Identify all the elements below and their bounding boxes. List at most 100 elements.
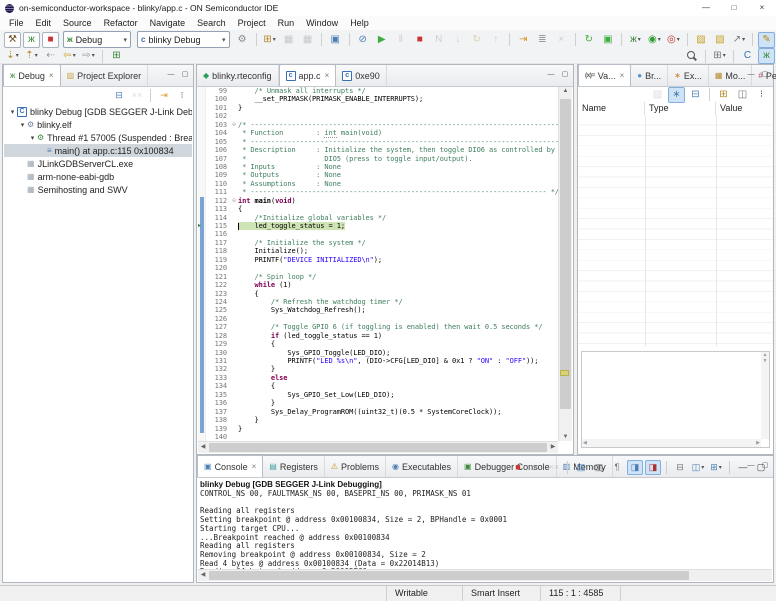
menu-search[interactable]: Search <box>191 18 232 28</box>
code-line[interactable]: 117 /* Initialize the system */ <box>206 239 558 247</box>
previous-annotation-icon[interactable]: ⇡▾ <box>23 48 40 64</box>
code-line[interactable]: 134 { <box>206 382 558 390</box>
forward-history-icon[interactable]: ⇨▾ <box>80 48 97 64</box>
code-line[interactable]: 119 PRINTF("DEVICE INITIALIZED\n"); <box>206 256 558 264</box>
code-line[interactable]: 122 while (1) <box>206 281 558 289</box>
instruction-stepping-icon[interactable]: ≣ <box>534 32 551 48</box>
tab-app-c[interactable]: capp.c× <box>279 64 337 86</box>
menu-run[interactable]: Run <box>272 18 301 28</box>
tab-project-explorer[interactable]: ▨Project Explorer <box>61 65 149 86</box>
minimize-panel-icon[interactable]: — <box>545 69 557 81</box>
code-line[interactable]: 126 <box>206 315 558 323</box>
minimize-button[interactable]: — <box>692 0 720 16</box>
code-line[interactable]: 136 } <box>206 399 558 407</box>
code-line[interactable]: 101} <box>206 104 558 112</box>
remove-all-launches-icon[interactable]: ×× <box>546 460 562 475</box>
column-value[interactable]: Value <box>716 102 773 115</box>
tree-item[interactable]: ▾⚙Thread #1 57005 (Suspended : Breakpoin… <box>4 131 192 144</box>
open-task-icon[interactable]: ▣ <box>327 32 344 48</box>
detail-horizontal-scrollbar[interactable]: ◀▶ <box>582 439 761 447</box>
step-into-icon[interactable]: ↓ <box>449 32 466 48</box>
maximize-panel-icon[interactable]: ▢ <box>559 69 571 81</box>
drop-to-frame-icon[interactable]: ⇥ <box>156 88 172 103</box>
disconnect-icon[interactable]: N <box>430 32 447 48</box>
external-tools-icon[interactable]: ↗▾ <box>730 32 747 48</box>
code-line[interactable]: 115 led_toggle_status = 1; <box>206 222 558 230</box>
show-logical-structure-icon[interactable]: ∗ <box>668 87 685 103</box>
editor-vertical-scrollbar[interactable]: ▲ ▼ <box>558 87 572 441</box>
maximize-panel-icon[interactable]: ▢ <box>179 69 191 81</box>
code-line[interactable]: 120 <box>206 264 558 272</box>
code-line[interactable]: 113{ <box>206 205 558 213</box>
minimize-icon[interactable]: — <box>735 460 751 475</box>
collapse-all-icon[interactable]: ⊟ <box>687 87 704 103</box>
scroll-up-icon[interactable]: ▲ <box>559 88 572 94</box>
tab-console[interactable]: ▣Console× <box>197 455 263 477</box>
tab-registers[interactable]: ▤Registers <box>263 456 325 477</box>
skip-all-breakpoints-icon[interactable]: ⊘ <box>354 32 371 48</box>
close-button[interactable]: × <box>748 0 776 16</box>
tree-item[interactable]: ▦JLinkGDBServerCL.exe <box>4 157 192 170</box>
launch-config-combo[interactable]: cblinky Debug▾ <box>137 31 230 48</box>
suspend-icon[interactable]: ‖ <box>392 32 409 48</box>
c-cpp-perspective-icon[interactable]: C <box>739 48 756 64</box>
code-line[interactable]: 131 PRINTF("LED %s\n", (DIO->CFG[LED_DIO… <box>206 357 558 365</box>
run-history-icon[interactable]: ◉▾ <box>646 32 663 48</box>
code-line[interactable]: 137 Sys_Delay_ProgramROM((uint32_t)(0.5 … <box>206 408 558 416</box>
launch-config-gear-icon[interactable]: ⚙ <box>234 32 251 48</box>
scroll-lock-icon[interactable]: ▥ <box>591 460 607 475</box>
console-output[interactable]: CONTROL_NS 00, FAULTMASK_NS 00, BASEPRI_… <box>200 490 771 577</box>
expander-icon[interactable]: ▾ <box>18 121 27 129</box>
open-resource-icon[interactable]: ▧ <box>711 32 728 48</box>
code-line[interactable]: 133 else <box>206 374 558 382</box>
expander-icon[interactable]: ▾ <box>28 134 37 142</box>
step-over-icon[interactable]: ↻ <box>468 32 485 48</box>
pin-editor-icon[interactable]: ⊞ <box>108 48 125 64</box>
code-line[interactable]: 135 Sys_GPIO_Set_Low(LED_DIO); <box>206 391 558 399</box>
new-view-icon[interactable]: ⊞ <box>715 87 732 103</box>
save-all-icon[interactable]: ▦ <box>299 32 316 48</box>
show-on-stderr-change-icon[interactable]: ◨ <box>645 460 661 475</box>
code-line[interactable]: 132 } <box>206 365 558 373</box>
remove-launch-icon[interactable]: × <box>528 460 544 475</box>
terminate-icon[interactable]: ■ <box>510 460 526 475</box>
tab-br-[interactable]: ●Br... <box>631 65 668 86</box>
code-line[interactable]: 108 * Inputs : None <box>206 163 558 171</box>
code-line[interactable]: 121 /* Spin loop */ <box>206 273 558 281</box>
debug-history-icon[interactable]: ж▾ <box>627 32 644 48</box>
debug-bug-icon[interactable]: ж <box>23 32 40 48</box>
show-type-names-icon[interactable]: ▨ <box>649 87 666 103</box>
code-line[interactable]: 127 /* Toggle GPIO 6 (if toggling is ena… <box>206 323 558 331</box>
menu-edit[interactable]: Edit <box>30 18 58 28</box>
scroll-right-icon[interactable]: ▶ <box>548 442 558 453</box>
remove-all-terminated-icon[interactable]: ×× <box>129 88 145 103</box>
code-line[interactable]: 103⊖/* ---------------------------------… <box>206 121 558 129</box>
close-icon[interactable]: × <box>620 71 625 80</box>
code-line[interactable]: 114 /*Initialize global variables */ <box>206 214 558 222</box>
code-line[interactable]: 118 Initialize(); <box>206 247 558 255</box>
maximize-panel-icon[interactable]: ▢ <box>759 69 771 81</box>
tab-blinky-rteconfig[interactable]: ◆blinky.rteconfig <box>197 65 279 86</box>
menu-window[interactable]: Window <box>300 18 344 28</box>
minimize-panel-icon[interactable]: — <box>165 69 177 81</box>
close-icon[interactable]: × <box>49 71 54 80</box>
launch-mode-combo[interactable]: жDebug▾ <box>63 31 131 48</box>
scroll-left-icon[interactable]: ◀ <box>198 570 208 581</box>
use-step-filters-icon[interactable]: × <box>553 32 570 48</box>
minimize-panel-icon[interactable]: — <box>745 69 757 81</box>
scroll-down-icon[interactable]: ▼ <box>559 434 572 440</box>
build-hammer-icon[interactable]: ⚒ <box>4 32 21 48</box>
next-annotation-icon[interactable]: ⇣▾ <box>4 48 21 64</box>
show-on-stdout-change-icon[interactable]: ◨ <box>627 460 643 475</box>
variables-table[interactable] <box>578 115 773 346</box>
clear-console-icon[interactable]: ▤ <box>573 460 589 475</box>
refresh-debug-views-icon[interactable]: ↻ <box>580 32 597 48</box>
terminate-icon[interactable]: ■ <box>411 32 428 48</box>
tree-item[interactable]: ▦Semihosting and SWV <box>4 183 192 196</box>
code-line[interactable]: 123 { <box>206 290 558 298</box>
profile-history-icon[interactable]: ◎▾ <box>665 32 682 48</box>
tab-executables[interactable]: ◉Executables <box>386 456 458 477</box>
code-line[interactable]: 99 /* Unmask all interrupts */ <box>206 87 558 95</box>
scroll-left-icon[interactable]: ◀ <box>198 442 208 453</box>
menu-file[interactable]: File <box>3 18 30 28</box>
